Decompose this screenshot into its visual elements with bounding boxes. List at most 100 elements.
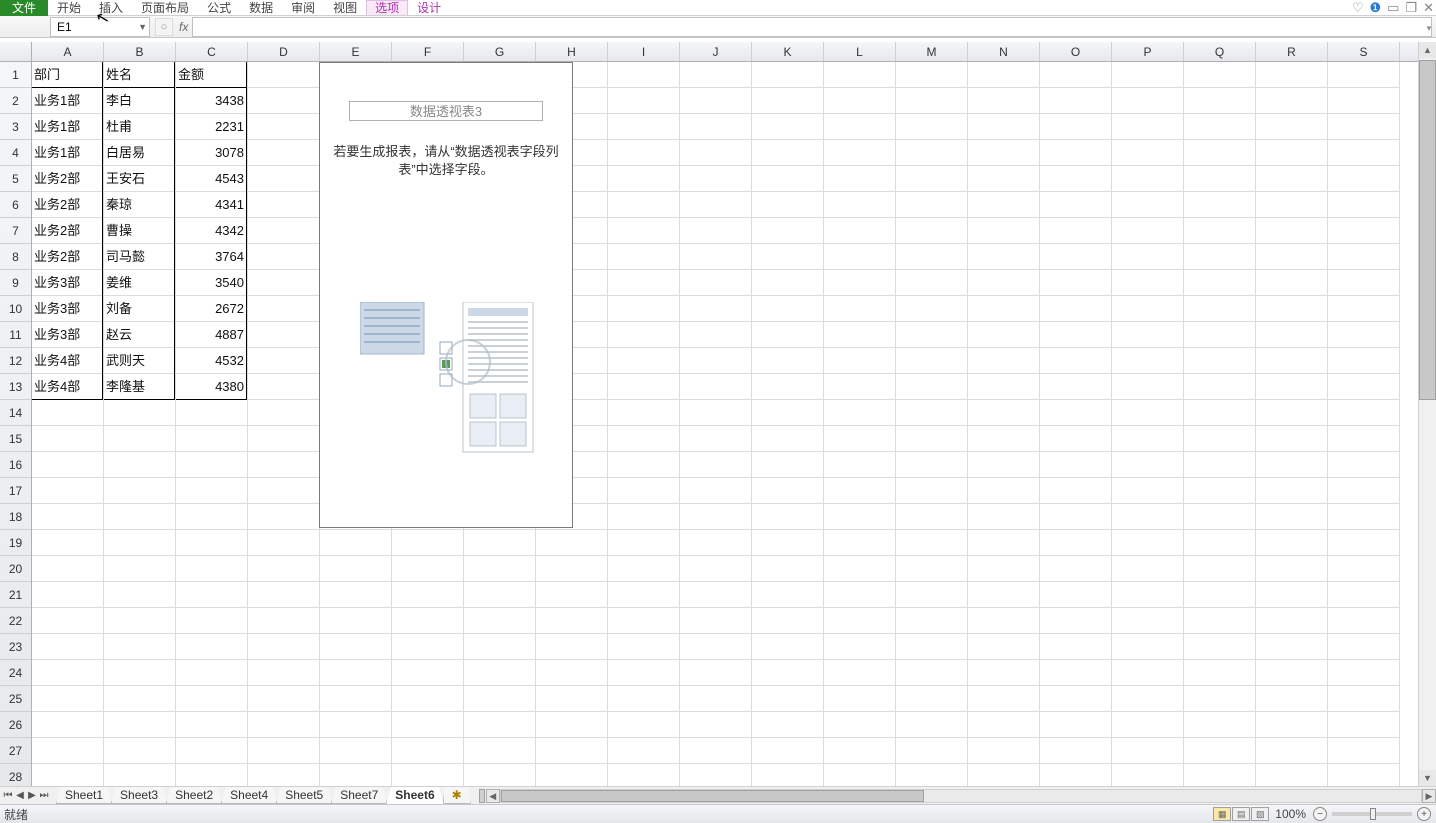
cell-C8[interactable]: 3764 [176,244,247,270]
scroll-left-icon[interactable]: ◀ [486,789,500,803]
cell-B13[interactable]: 李隆基 [104,374,175,400]
column-header-C[interactable]: C [176,42,248,61]
cell-A3[interactable]: 业务1部 [32,114,103,140]
column-header-G[interactable]: G [464,42,536,61]
horizontal-scroll-thumb[interactable] [501,790,924,802]
sheet-nav-next-icon[interactable]: ▶ [26,790,38,801]
cell-C10[interactable]: 2672 [176,296,247,322]
row-header-21[interactable]: 21 [0,582,31,608]
sheet-tab-sheet7[interactable]: Sheet7 [331,787,387,804]
vertical-scrollbar[interactable]: ▲ ▼ [1418,42,1436,786]
cell-C4[interactable]: 3078 [176,140,247,166]
scroll-down-icon[interactable]: ▼ [1419,770,1436,786]
cell-B1[interactable]: 姓名 [104,62,175,88]
cell-C12[interactable]: 4532 [176,348,247,374]
zoom-slider-knob[interactable] [1370,808,1376,820]
column-header-J[interactable]: J [680,42,752,61]
new-sheet-button[interactable]: ✱ [443,787,471,804]
row-header-7[interactable]: 7 [0,218,31,244]
zoom-slider[interactable] [1332,812,1412,816]
formula-bar-expand-icon[interactable]: ▾ [1424,18,1434,38]
view-page-break-button[interactable]: ▧ [1251,807,1269,821]
minimize-icon[interactable]: ▭ [1387,0,1399,16]
help-icon[interactable]: ❶ [1369,0,1381,16]
vertical-scroll-thumb[interactable] [1419,60,1436,400]
row-header-20[interactable]: 20 [0,556,31,582]
cell-A1[interactable]: 部门 [32,62,103,88]
sheet-tab-sheet6[interactable]: Sheet6 [386,787,443,804]
tab-formulas[interactable]: 公式 [198,0,240,16]
row-header-5[interactable]: 5 [0,166,31,192]
column-header-M[interactable]: M [896,42,968,61]
sheet-tab-sheet2[interactable]: Sheet2 [166,787,222,804]
tab-view[interactable]: 视图 [324,0,366,16]
cell-B8[interactable]: 司马懿 [104,244,175,270]
scroll-up-icon[interactable]: ▲ [1419,42,1436,58]
row-header-18[interactable]: 18 [0,504,31,530]
cell-C11[interactable]: 4887 [176,322,247,348]
select-all-corner[interactable] [0,42,32,62]
zoom-out-button[interactable]: − [1313,807,1327,821]
cell-A12[interactable]: 业务4部 [32,348,103,374]
sheet-tab-sheet3[interactable]: Sheet3 [111,787,167,804]
column-header-A[interactable]: A [32,42,104,61]
row-header-2[interactable]: 2 [0,88,31,114]
row-header-13[interactable]: 13 [0,374,31,400]
cell-C6[interactable]: 4341 [176,192,247,218]
name-box[interactable]: E1 ▼ [50,17,150,37]
column-header-I[interactable]: I [608,42,680,61]
column-header-H[interactable]: H [536,42,608,61]
column-header-P[interactable]: P [1112,42,1184,61]
column-header-E[interactable]: E [320,42,392,61]
cell-B5[interactable]: 王安石 [104,166,175,192]
row-header-16[interactable]: 16 [0,452,31,478]
row-header-24[interactable]: 24 [0,660,31,686]
cell-C5[interactable]: 4543 [176,166,247,192]
cell-A4[interactable]: 业务1部 [32,140,103,166]
column-header-B[interactable]: B [104,42,176,61]
sheet-tab-sheet1[interactable]: Sheet1 [56,787,112,804]
cell-A8[interactable]: 业务2部 [32,244,103,270]
sheet-tab-sheet4[interactable]: Sheet4 [221,787,277,804]
row-header-23[interactable]: 23 [0,634,31,660]
cell-B4[interactable]: 白居易 [104,140,175,166]
column-header-D[interactable]: D [248,42,320,61]
cell-A13[interactable]: 业务4部 [32,374,103,400]
cell-A7[interactable]: 业务2部 [32,218,103,244]
pivot-table-placeholder[interactable]: 数据透视表3 若要生成报表，请从“数据透视表字段列表”中选择字段。 [319,62,573,528]
row-header-10[interactable]: 10 [0,296,31,322]
cell-A11[interactable]: 业务3部 [32,322,103,348]
row-header-17[interactable]: 17 [0,478,31,504]
column-header-L[interactable]: L [824,42,896,61]
tab-options[interactable]: 选项 [366,0,408,15]
row-header-11[interactable]: 11 [0,322,31,348]
row-header-6[interactable]: 6 [0,192,31,218]
tab-review[interactable]: 审阅 [282,0,324,16]
cell-C9[interactable]: 3540 [176,270,247,296]
cell-B3[interactable]: 杜甫 [104,114,175,140]
column-header-N[interactable]: N [968,42,1040,61]
row-header-12[interactable]: 12 [0,348,31,374]
row-header-4[interactable]: 4 [0,140,31,166]
cell-B9[interactable]: 姜维 [104,270,175,296]
cell-C13[interactable]: 4380 [176,374,247,400]
heart-icon[interactable]: ♡ [1352,0,1364,16]
row-header-19[interactable]: 19 [0,530,31,556]
row-header-25[interactable]: 25 [0,686,31,712]
row-header-3[interactable]: 3 [0,114,31,140]
cell-A10[interactable]: 业务3部 [32,296,103,322]
cell-A5[interactable]: 业务2部 [32,166,103,192]
cell-B6[interactable]: 秦琼 [104,192,175,218]
cell-B2[interactable]: 李白 [104,88,175,114]
cell-B10[interactable]: 刘备 [104,296,175,322]
tab-design[interactable]: 设计 [408,0,450,16]
column-header-R[interactable]: R [1256,42,1328,61]
horizontal-scroll-track[interactable] [500,789,1422,803]
sheet-nav-prev-icon[interactable]: ◀ [14,790,26,801]
sheet-nav-last-icon[interactable]: ⏭ [38,790,50,801]
restore-icon[interactable]: ❐ [1405,0,1417,16]
cell-B11[interactable]: 赵云 [104,322,175,348]
row-header-27[interactable]: 27 [0,738,31,764]
zoom-value[interactable]: 100% [1275,807,1306,821]
row-header-28[interactable]: 28 [0,764,31,786]
